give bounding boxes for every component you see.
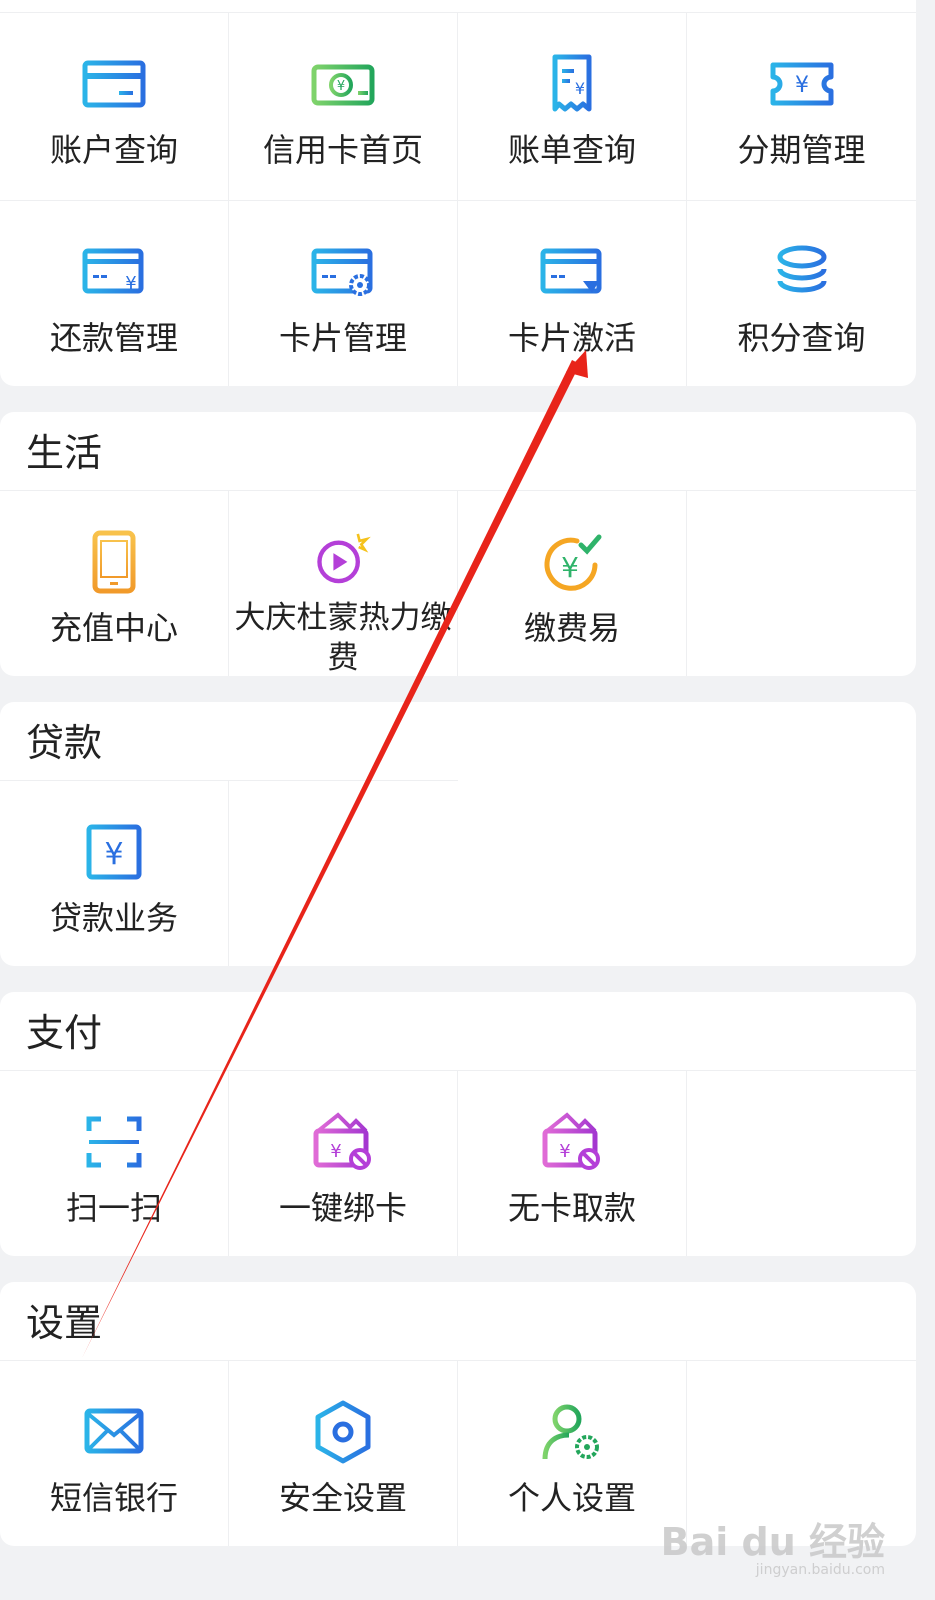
phone-icon — [92, 530, 136, 594]
grid-item-personal-settings[interactable]: 个人设置 — [458, 1360, 687, 1546]
svg-text:¥: ¥ — [104, 837, 123, 872]
grid-item-label: 充值中心 — [49, 609, 178, 647]
grid-item-label: 积分查询 — [737, 319, 866, 357]
grid-empty-cell — [687, 490, 916, 676]
grid-item-label: 缴费易 — [523, 609, 620, 647]
scan-icon — [86, 1116, 142, 1168]
wallet-ban-icon: ¥ — [542, 1112, 600, 1170]
grid-item-security-settings[interactable]: 安全设置 — [229, 1360, 458, 1546]
grid-item-label: 账户查询 — [49, 131, 178, 169]
grid-item-account-query[interactable]: 账户查询 — [0, 12, 229, 200]
svg-text:¥: ¥ — [337, 79, 345, 94]
coins-stack-icon — [777, 245, 826, 293]
grid-item-credit-home[interactable]: ¥ 信用卡首页 — [229, 12, 458, 200]
grid-item-recharge[interactable]: 充值中心 — [0, 490, 229, 676]
card-gear-icon — [311, 248, 373, 296]
svg-text:¥: ¥ — [795, 73, 809, 98]
grid-item-label: 大庆杜蒙热力缴费 — [234, 600, 452, 676]
grid-item-label: 安全设置 — [278, 1479, 407, 1517]
grid-item-label: 账单查询 — [507, 131, 636, 169]
watermark-brand: Bai du 经验 — [660, 1520, 885, 1564]
grid-item-card-activate[interactable]: 卡片激活 — [458, 200, 687, 386]
grid-item-label: 短信银行 — [49, 1479, 178, 1517]
grid-empty-cell — [687, 1070, 916, 1256]
section-loan: 贷款 ¥ 贷款业务 — [0, 702, 916, 966]
grid-item-card-manage[interactable]: 卡片管理 — [229, 200, 458, 386]
grid-item-loan-business[interactable]: ¥ 贷款业务 — [0, 780, 229, 966]
svg-text:¥: ¥ — [561, 551, 579, 584]
section-title: 生活 — [26, 431, 103, 475]
grid-item-scan[interactable]: 扫一扫 — [0, 1070, 229, 1256]
grid-item-heating-fee[interactable]: 大庆杜蒙热力缴费 — [229, 490, 458, 676]
grid-item-pay-easy[interactable]: ¥ 缴费易 — [458, 490, 687, 676]
grid-item-label: 分期管理 — [737, 131, 866, 169]
svg-text:¥: ¥ — [559, 1141, 570, 1162]
grid-item-bind-card[interactable]: ¥ 一键绑卡 — [229, 1070, 458, 1256]
grid-item-label: 一键绑卡 — [278, 1189, 407, 1227]
section-title: 设置 — [26, 1301, 103, 1345]
repay-card-icon: ¥ — [82, 248, 144, 294]
grid-item-label: 卡片管理 — [278, 319, 407, 357]
grid-empty-cell — [229, 780, 458, 966]
card-activate-icon — [540, 248, 602, 294]
grid-item-label: 贷款业务 — [49, 899, 178, 937]
grid-item-points[interactable]: 积分查询 — [687, 200, 916, 386]
grid-item-sms-bank[interactable]: 短信银行 — [0, 1360, 229, 1546]
section-title: 支付 — [26, 1011, 103, 1055]
grid-item-label: 信用卡首页 — [262, 131, 423, 169]
grid-item-label: 卡片激活 — [507, 319, 636, 357]
grid-item-label: 还款管理 — [49, 319, 178, 357]
wallet-ban-icon: ¥ — [313, 1112, 371, 1170]
play-icon — [317, 533, 371, 584]
grid-item-bill-query[interactable]: ¥ 账单查询 — [458, 12, 687, 200]
grid-item-installment[interactable]: ¥ 分期管理 — [687, 12, 916, 200]
section-settings: 设置 短信银行 安全设置 个人设置 — [0, 1282, 916, 1546]
svg-text:¥: ¥ — [330, 1141, 341, 1162]
grid-item-label: 扫一扫 — [65, 1189, 162, 1227]
watermark: Bai du 经验 jingyan.baidu.com — [661, 1511, 885, 1578]
grid-item-label: 个人设置 — [507, 1479, 636, 1517]
section-life: 生活 充值中心 大庆杜蒙热力缴费 ¥ 缴费易 — [0, 412, 916, 676]
ticket-icon: ¥ — [770, 62, 833, 106]
svg-text:¥: ¥ — [125, 273, 136, 294]
yuan-box-icon: ¥ — [86, 824, 142, 880]
section-pay: 支付 扫一扫 ¥ 一键绑卡 ¥ 无卡取款 — [0, 992, 916, 1256]
svg-text:¥: ¥ — [575, 79, 585, 98]
section-title: 贷款 — [26, 721, 103, 765]
grid-item-cardless-withdraw[interactable]: ¥ 无卡取款 — [458, 1070, 687, 1256]
card-icon — [82, 60, 146, 108]
user-gear-icon — [542, 1404, 599, 1460]
bill-icon: ¥ — [552, 54, 592, 112]
watermark-url: jingyan.baidu.com — [755, 1562, 885, 1578]
money-icon: ¥ — [311, 64, 375, 106]
yuan-check-icon: ¥ — [544, 534, 602, 591]
shield-hex-icon — [315, 1400, 371, 1464]
grid-item-repayment[interactable]: ¥ 还款管理 — [0, 200, 229, 386]
grid-item-label: 无卡取款 — [507, 1189, 636, 1227]
mail-icon — [84, 1408, 144, 1454]
credit-card-services: 账户查询 ¥ 信用卡首页 ¥ 账单查询 ¥ 分期管理 ¥ 还款管理 卡片管理 卡… — [0, 0, 916, 386]
